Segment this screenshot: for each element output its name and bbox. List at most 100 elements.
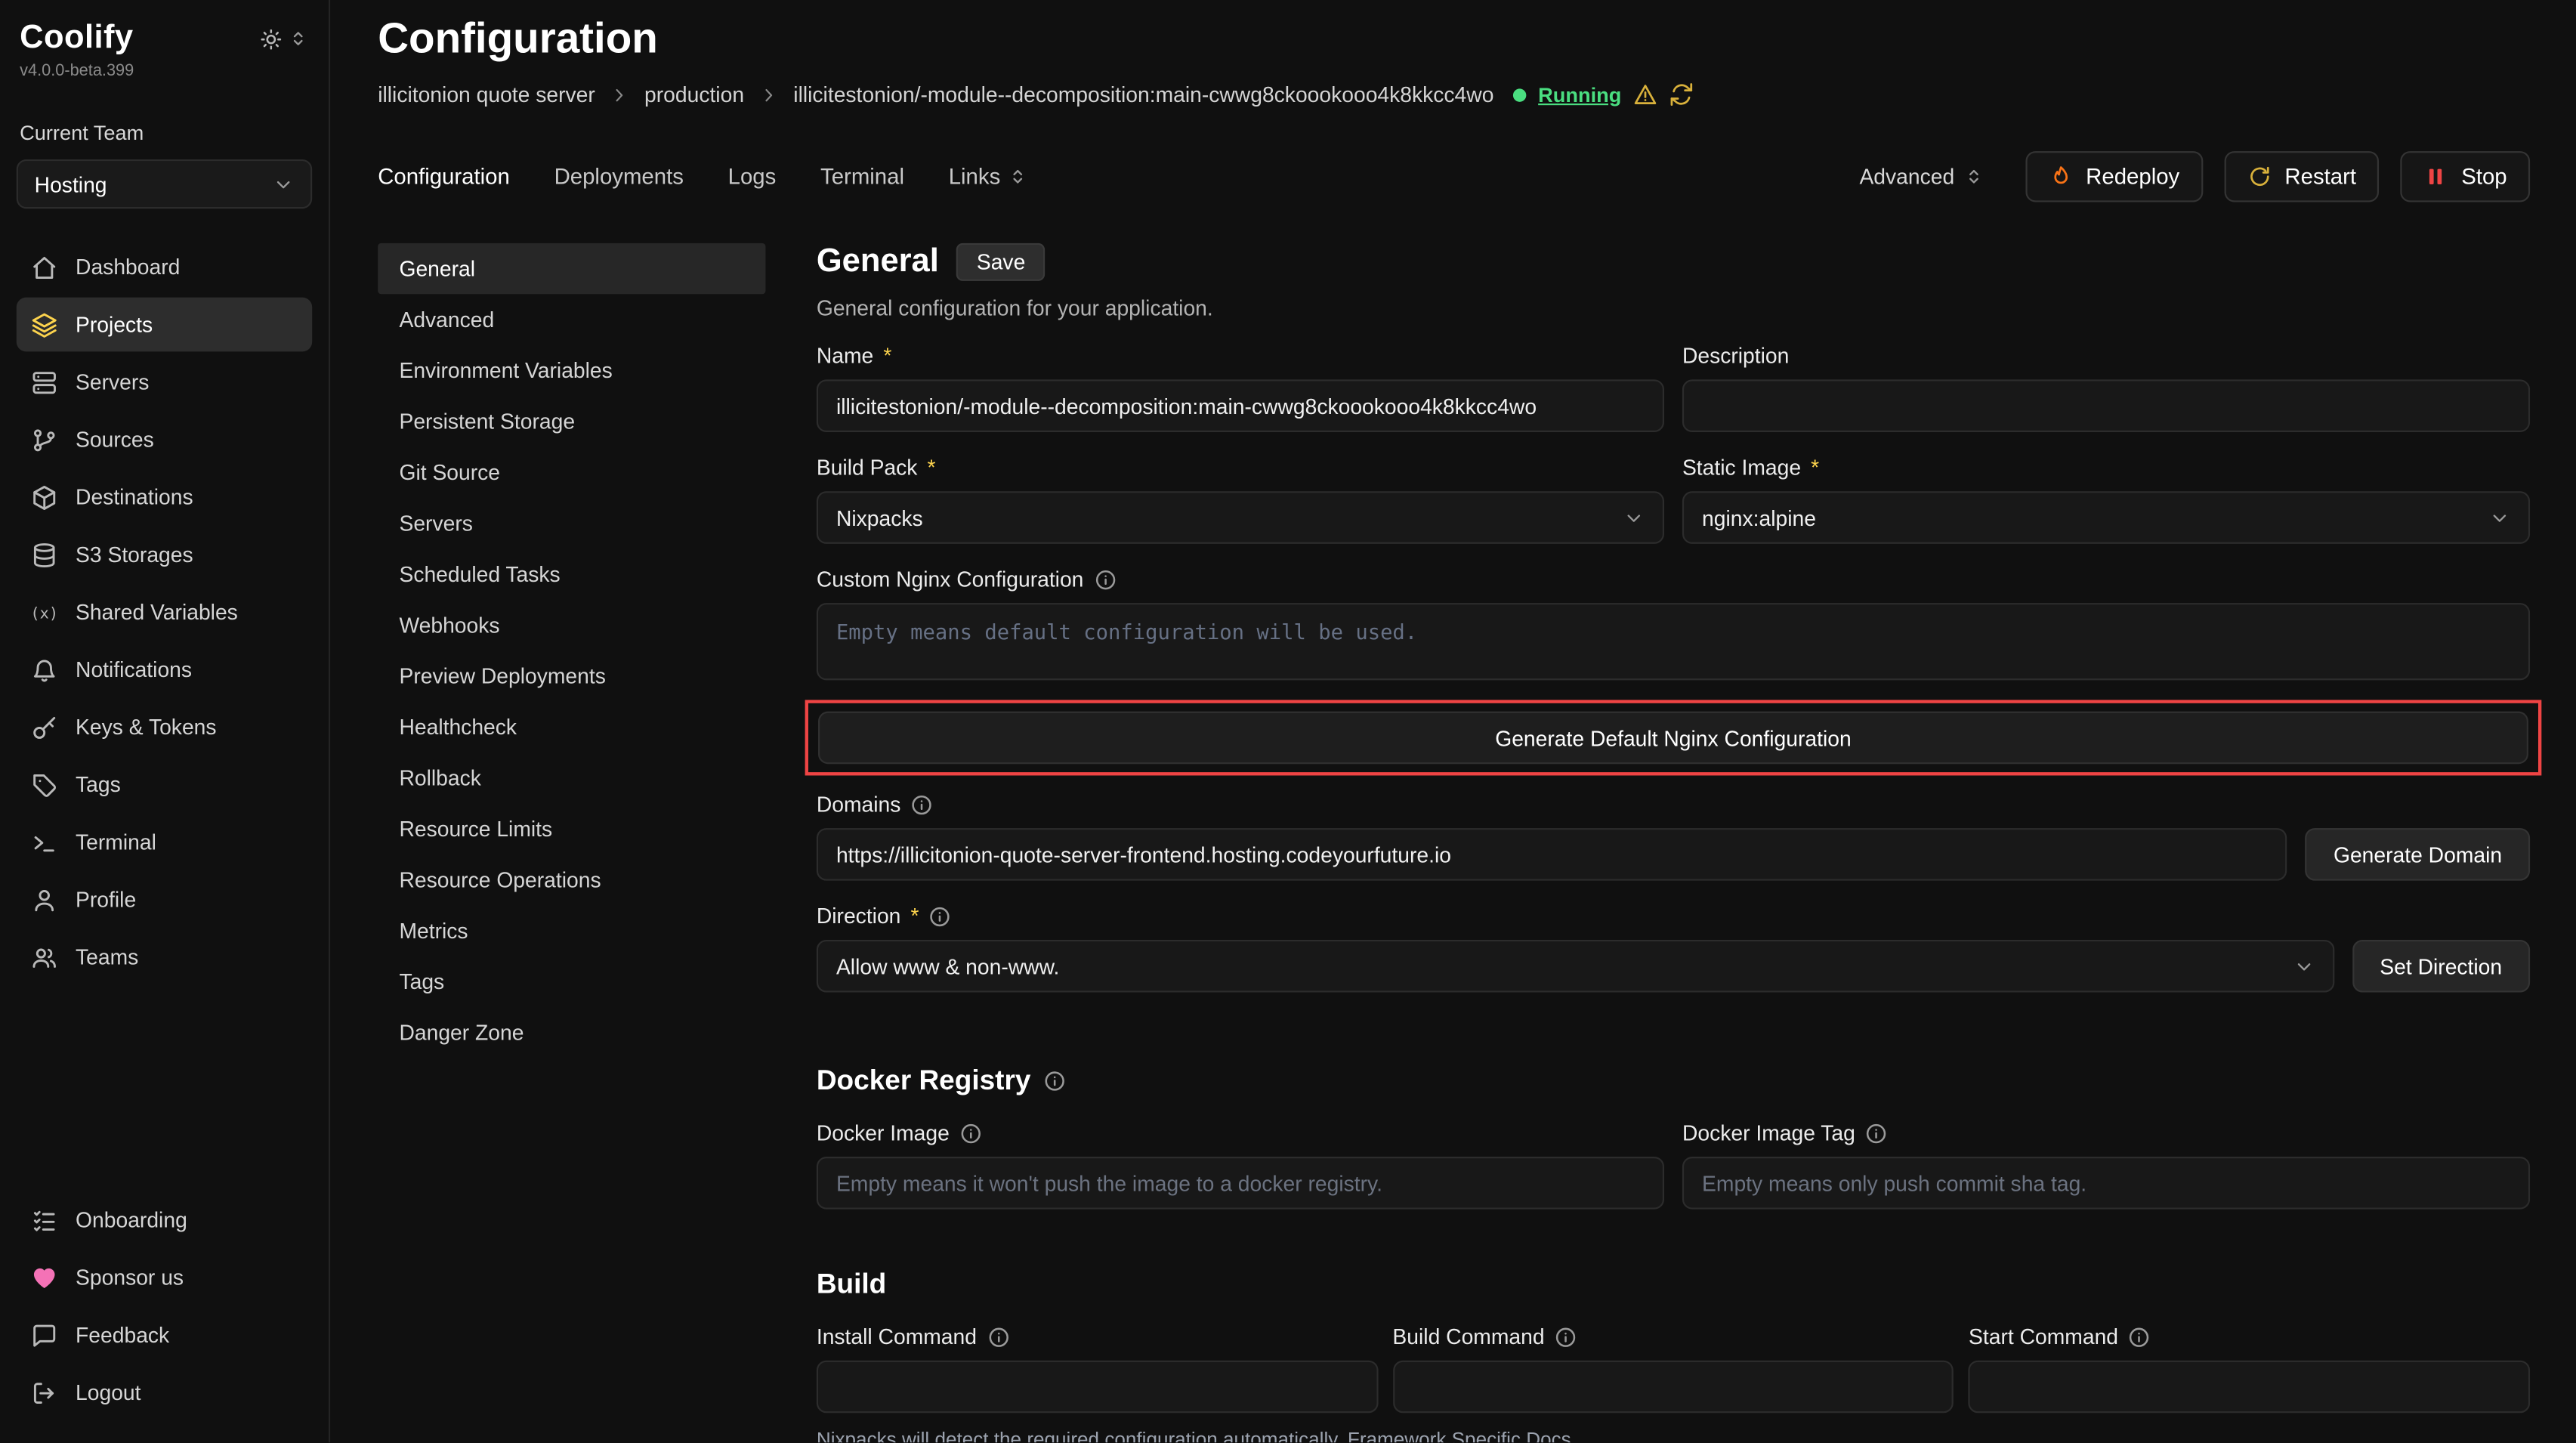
build-pack-select[interactable]: Nixpacks (817, 491, 1664, 544)
framework-docs-link[interactable]: Framework Specific Docs (1348, 1428, 1571, 1443)
sidebar-nav: Dashboard Projects Servers Sources Destinati… (17, 240, 312, 984)
save-button[interactable]: Save (957, 243, 1046, 281)
config-nav-servers[interactable]: Servers (378, 498, 765, 548)
stop-button[interactable]: Stop (2401, 151, 2530, 202)
config-nav-persistent-storage[interactable]: Persistent Storage (378, 396, 765, 446)
chevron-down-icon (273, 173, 294, 194)
redeploy-label: Redeploy (2086, 164, 2179, 189)
svg-text:(x): (x) (31, 603, 57, 621)
sidebar-item-s3-storages[interactable]: S3 Storages (17, 527, 312, 582)
info-icon[interactable] (910, 793, 933, 815)
info-icon[interactable] (1044, 1070, 1067, 1092)
domains-input[interactable] (817, 828, 2287, 881)
breadcrumb-item[interactable]: production (644, 82, 744, 107)
config-nav-scheduled-tasks[interactable]: Scheduled Tasks (378, 548, 765, 599)
config-nav-webhooks[interactable]: Webhooks (378, 600, 765, 650)
user-icon (31, 886, 57, 913)
server-icon (31, 369, 57, 395)
restart-button[interactable]: Restart (2224, 151, 2380, 202)
layers-icon (31, 311, 57, 338)
config-nav-environment-variables[interactable]: Environment Variables (378, 345, 765, 396)
info-icon[interactable] (1093, 567, 1116, 590)
docker-image-input[interactable] (817, 1157, 1664, 1210)
breadcrumb-item[interactable]: illicitonion quote server (378, 82, 595, 107)
sidebar-item-logout[interactable]: Logout (17, 1365, 312, 1420)
sidebar-item-label: Sources (76, 427, 154, 452)
main-content: Configuration illicitonion quote server p… (330, 0, 2576, 1442)
theme-toggle-sun-icon[interactable] (260, 27, 283, 50)
tab-links[interactable]: Links (949, 164, 1029, 189)
stop-pause-icon (2423, 164, 2448, 189)
generate-domain-button[interactable]: Generate Domain (2306, 828, 2530, 881)
bell-icon (31, 657, 57, 683)
refresh-status-icon[interactable] (1669, 82, 1694, 107)
instance-selector-icon[interactable] (288, 28, 309, 49)
breadcrumb-item[interactable]: illicitestonion/-module--decomposition:m… (793, 82, 1493, 107)
config-nav-advanced[interactable]: Advanced (378, 294, 765, 345)
sidebar-item-teams[interactable]: Teams (17, 930, 312, 984)
sidebar-item-terminal[interactable]: Terminal (17, 815, 312, 870)
info-icon[interactable] (959, 1121, 982, 1144)
info-icon[interactable] (2128, 1325, 2151, 1348)
set-direction-button[interactable]: Set Direction (2352, 940, 2530, 993)
sidebar-item-sponsor-us[interactable]: Sponsor us (17, 1250, 312, 1305)
info-icon[interactable] (929, 904, 952, 927)
tab-configuration[interactable]: Configuration (378, 164, 510, 189)
sidebar-item-label: S3 Storages (76, 542, 193, 567)
direction-select[interactable]: Allow www & non-www. (817, 940, 2334, 993)
name-input[interactable] (817, 379, 1664, 432)
custom-nginx-textarea[interactable] (817, 603, 2530, 680)
config-nav-rollback[interactable]: Rollback (378, 752, 765, 803)
config-nav-preview-deployments[interactable]: Preview Deployments (378, 650, 765, 701)
sidebar-item-notifications[interactable]: Notifications (17, 642, 312, 697)
start-command-input[interactable] (1969, 1361, 2530, 1414)
info-icon[interactable] (1865, 1121, 1888, 1144)
sidebar-item-tags[interactable]: Tags (17, 758, 312, 812)
static-image-select[interactable]: nginx:alpine (1682, 491, 2530, 544)
logout-icon (31, 1380, 57, 1406)
redeploy-button[interactable]: Redeploy (2025, 151, 2203, 202)
tab-terminal[interactable]: Terminal (820, 164, 904, 189)
warning-icon[interactable] (1633, 82, 1658, 107)
sidebar-item-label: Feedback (76, 1323, 169, 1348)
content: GeneralAdvancedEnvironment VariablesPers… (378, 243, 2530, 1443)
info-icon[interactable] (987, 1325, 1009, 1348)
sidebar-item-feedback[interactable]: Feedback (17, 1308, 312, 1362)
heart-icon (31, 1264, 57, 1290)
config-nav-git-source[interactable]: Git Source (378, 447, 765, 498)
config-nav-metrics[interactable]: Metrics (378, 905, 765, 956)
status-running-link[interactable]: Running (1538, 83, 1621, 106)
tab-deployments[interactable]: Deployments (554, 164, 684, 189)
config-nav-general[interactable]: General (378, 243, 765, 294)
generate-nginx-button[interactable]: Generate Default Nginx Configuration (818, 712, 2528, 765)
sidebar-item-destinations[interactable]: Destinations (17, 470, 312, 524)
install-command-input[interactable] (817, 1361, 1378, 1414)
sidebar-item-profile[interactable]: Profile (17, 873, 312, 927)
description-input[interactable] (1682, 379, 2530, 432)
config-nav-resource-operations[interactable]: Resource Operations (378, 854, 765, 905)
docker-image-tag-input[interactable] (1682, 1157, 2530, 1210)
advanced-dropdown[interactable]: Advanced (1859, 164, 1984, 189)
sidebar-item-dashboard[interactable]: Dashboard (17, 240, 312, 295)
sidebar-item-shared-variables[interactable]: (x)Shared Variables (17, 585, 312, 639)
sidebar-item-keys-tokens[interactable]: Keys & Tokens (17, 700, 312, 754)
build-command-input[interactable] (1392, 1361, 1954, 1414)
highlight-outline: Generate Default Nginx Configuration (805, 700, 2542, 775)
tabs: Configuration Deployments Logs Terminal Link… (378, 164, 1028, 189)
config-nav-tags[interactable]: Tags (378, 956, 765, 1007)
sidebar-item-projects[interactable]: Projects (17, 298, 312, 352)
config-nav-danger-zone[interactable]: Danger Zone (378, 1007, 765, 1058)
selector-icon (1963, 166, 1984, 187)
info-icon[interactable] (1555, 1325, 1577, 1348)
config-nav-resource-limits[interactable]: Resource Limits (378, 803, 765, 854)
sidebar-item-onboarding[interactable]: Onboarding (17, 1193, 312, 1247)
sidebar-item-label: Projects (76, 312, 153, 337)
tab-logs[interactable]: Logs (728, 164, 777, 189)
config-nav-healthcheck[interactable]: Healthcheck (378, 702, 765, 752)
sidebar-item-label: Servers (76, 369, 149, 394)
sidebar-item-servers[interactable]: Servers (17, 355, 312, 409)
team-select[interactable]: Hosting (17, 159, 312, 209)
build-command-label: Build Command (1392, 1324, 1954, 1349)
custom-nginx-label: Custom Nginx Configuration (817, 567, 2530, 592)
sidebar-item-sources[interactable]: Sources (17, 413, 312, 467)
